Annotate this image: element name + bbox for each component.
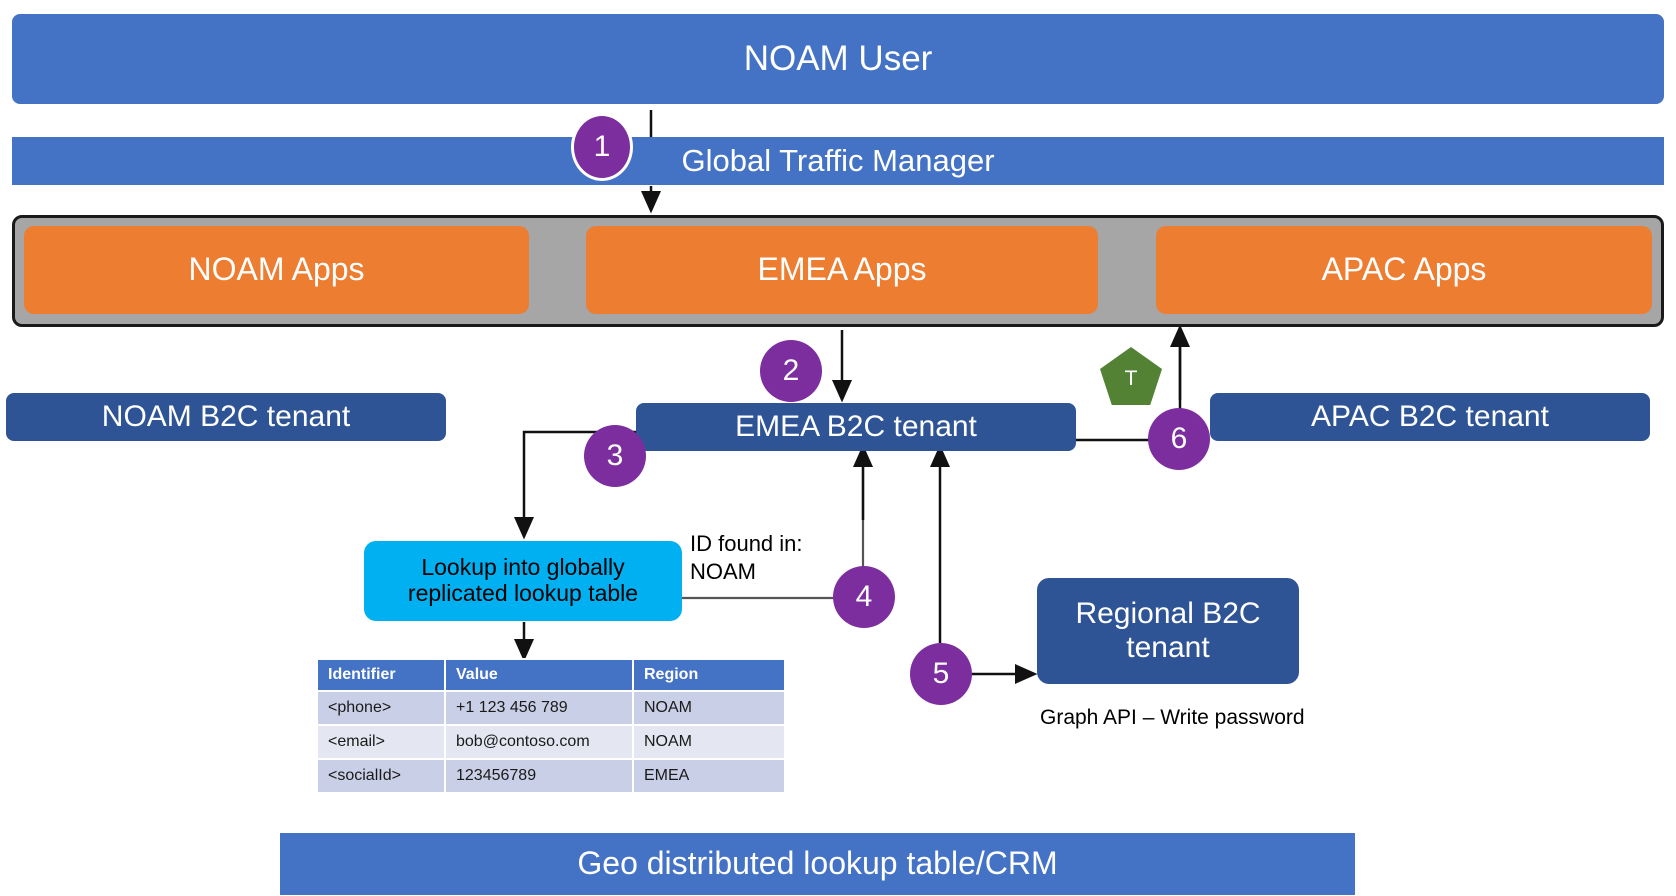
cell-value: +1 123 456 789 <box>444 690 634 726</box>
regional-tenant-node[interactable]: Regional B2C tenant <box>1037 578 1299 684</box>
step-marker-3: 3 <box>584 425 646 487</box>
tenant-box-emea-label: EMEA B2C tenant <box>735 410 977 444</box>
lookup-table-header-row: Identifier Value Region <box>316 658 786 692</box>
banner-geo-lookup-table-label: Geo distributed lookup table/CRM <box>577 845 1058 882</box>
step-marker-4: 4 <box>833 566 895 628</box>
banner-geo-lookup-table: Geo distributed lookup table/CRM <box>280 833 1355 895</box>
cell-region: NOAM <box>632 724 786 760</box>
step-marker-5: 5 <box>910 643 972 705</box>
tenant-box-noam[interactable]: NOAM B2C tenant <box>6 393 446 441</box>
label-id-found-in: ID found in: NOAM <box>690 531 803 584</box>
lookup-node-label: Lookup into globally replicated lookup t… <box>407 554 639 606</box>
banner-noam-user-label: NOAM User <box>743 39 933 79</box>
lookup-node[interactable]: Lookup into globally replicated lookup t… <box>364 541 682 621</box>
cell-region: EMEA <box>632 758 786 794</box>
cell-region: NOAM <box>632 690 786 726</box>
table-row: <socialId> 123456789 EMEA <box>316 758 786 794</box>
tenant-box-apac[interactable]: APAC B2C tenant <box>1210 393 1650 441</box>
cell-identifier: <phone> <box>316 690 446 726</box>
lookup-table-header-region: Region <box>632 658 786 692</box>
lookup-table-header-value: Value <box>444 658 634 692</box>
app-box-emea[interactable]: EMEA Apps <box>586 226 1098 314</box>
step-marker-3-number: 3 <box>606 439 624 472</box>
step-marker-1-number: 1 <box>593 130 611 163</box>
regional-tenant-node-label: Regional B2C tenant <box>1075 597 1261 664</box>
banner-noam-user: NOAM User <box>12 14 1664 104</box>
step-marker-2: 2 <box>760 340 822 402</box>
tenant-box-emea[interactable]: EMEA B2C tenant <box>636 403 1076 451</box>
app-box-noam[interactable]: NOAM Apps <box>24 226 529 314</box>
tenant-box-apac-label: APAC B2C tenant <box>1311 400 1549 434</box>
token-pentagon-letter: T <box>1124 367 1138 390</box>
step-marker-1: 1 <box>571 113 633 181</box>
diagram-canvas: NOAM User Global Traffic Manager NOAM Ap… <box>0 0 1676 896</box>
cell-value: 123456789 <box>444 758 634 794</box>
lookup-table: Identifier Value Region <phone> +1 123 4… <box>316 658 786 794</box>
step-marker-5-number: 5 <box>932 657 950 690</box>
step-marker-4-number: 4 <box>855 580 873 613</box>
cell-value: bob@contoso.com <box>444 724 634 760</box>
banner-global-traffic-manager: Global Traffic Manager <box>12 137 1664 185</box>
step-marker-6-number: 6 <box>1170 422 1188 455</box>
table-row: <email> bob@contoso.com NOAM <box>316 724 786 760</box>
tenant-box-noam-label: NOAM B2C tenant <box>101 400 351 434</box>
app-box-emea-label: EMEA Apps <box>757 251 927 288</box>
token-pentagon-icon: T <box>1100 347 1162 405</box>
lookup-table-header-identifier: Identifier <box>316 658 446 692</box>
table-row: <phone> +1 123 456 789 NOAM <box>316 690 786 726</box>
app-box-noam-label: NOAM Apps <box>188 251 365 288</box>
cell-identifier: <email> <box>316 724 446 760</box>
cell-identifier: <socialId> <box>316 758 446 794</box>
banner-global-traffic-manager-label: Global Traffic Manager <box>681 142 995 178</box>
app-box-apac-label: APAC Apps <box>1321 251 1487 288</box>
app-box-apac[interactable]: APAC Apps <box>1156 226 1652 314</box>
step-marker-2-number: 2 <box>782 354 800 387</box>
label-graph-api: Graph API – Write password <box>1040 706 1305 729</box>
step-marker-6: 6 <box>1148 408 1210 470</box>
